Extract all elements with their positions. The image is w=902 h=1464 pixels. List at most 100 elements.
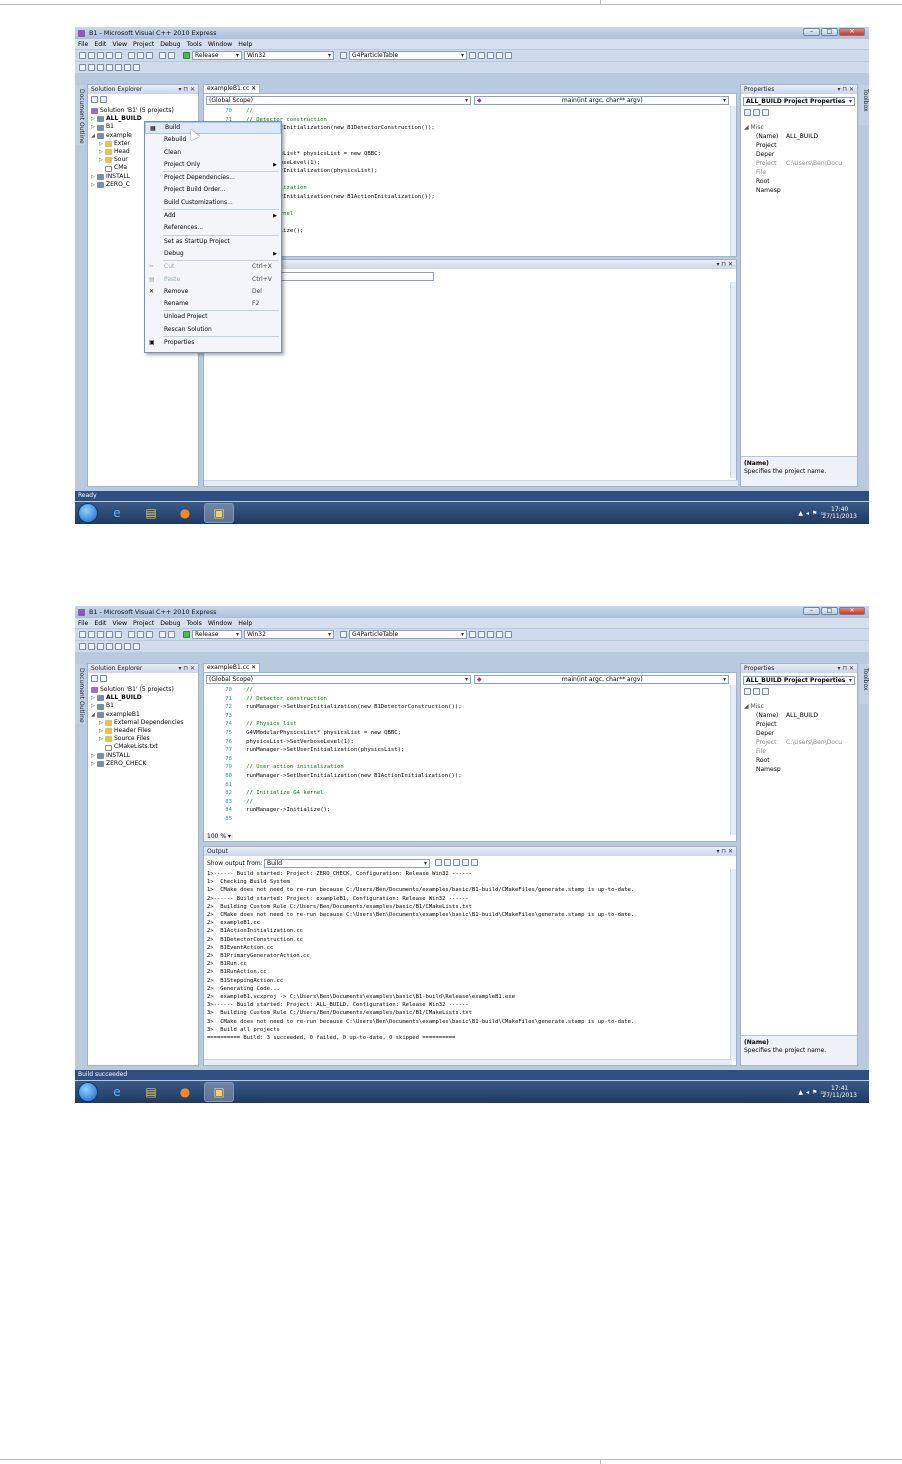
menu-item-tools[interactable]: Tools [187,41,202,48]
menu-item-project[interactable]: Project [133,41,154,48]
comment-icon[interactable] [124,643,131,650]
menu-item-file[interactable]: File [78,620,88,627]
save-icon[interactable] [106,631,113,638]
output-vscroll[interactable] [730,282,736,478]
property-pages-icon[interactable] [762,688,769,695]
clock[interactable]: 17:41 27/11/2013 [822,1085,857,1099]
toolbar-icon-5[interactable] [115,643,122,650]
toolbar-icon-2[interactable] [88,643,95,650]
properties-window-icon[interactable] [487,52,494,59]
property-row[interactable]: Project Deper [744,141,842,159]
toolbar-icon-2[interactable] [88,64,95,71]
properties-window-icon[interactable] [487,631,494,638]
media-player-icon[interactable]: ● [170,1082,200,1102]
open-icon[interactable] [97,631,104,638]
word-wrap-icon[interactable] [471,859,478,866]
find-icon[interactable] [340,52,347,59]
properties-button-icon[interactable] [91,96,98,103]
toolbar-icon-3[interactable] [97,64,104,71]
output-hscroll[interactable] [204,1059,732,1065]
context-menu-item-project-dependencies[interactable]: Project Dependencies... [145,172,281,184]
output-source-combo[interactable]: Build [264,859,430,868]
context-menu-item-build[interactable]: ▦ Build [145,122,281,135]
copy-icon[interactable] [137,631,144,638]
new-project-icon[interactable] [79,631,86,638]
context-menu-item-set-as-startup-project[interactable]: Set as StartUp Project [145,236,281,248]
undo-icon[interactable] [159,52,166,59]
editor-tab[interactable]: exampleB1.cc ✕ [203,84,261,93]
menu-item-debug[interactable]: Debug [160,620,180,627]
toolbar-icon-1[interactable] [79,643,86,650]
comment-icon[interactable] [124,64,131,71]
media-player-icon[interactable]: ● [170,503,200,523]
tree-header[interactable]: ▷ Header Files [91,727,184,735]
configuration-combo[interactable]: Release [192,630,242,639]
properties-button-icon[interactable] [91,675,98,682]
context-menu-item-rename[interactable]: Rename F2 [145,298,281,310]
maximize-button[interactable]: □ [821,28,838,36]
tree-solution[interactable]: Solution 'B1' (5 projects) [91,107,174,115]
categorized-icon[interactable] [744,688,751,695]
tree-install[interactable]: ▷ INSTALL [91,752,184,760]
toolbar-icon-3[interactable] [97,643,104,650]
menu-item-window[interactable]: Window [208,620,232,627]
code-view[interactable]: // // Detector construction runManager->… [236,686,462,824]
property-category[interactable]: ◢ Misc [744,123,842,132]
property-row[interactable]: Project File C:\Users\Ben\Docu [744,159,842,177]
alphabetical-icon[interactable] [753,688,760,695]
platform-combo[interactable]: Win32 [244,630,334,639]
toolbar-icon-4[interactable] [106,64,113,71]
copy-icon[interactable] [137,52,144,59]
toolbox-icon[interactable] [496,631,503,638]
tree-source[interactable]: ▷ Source Files [91,735,184,743]
menu-item-edit[interactable]: Edit [94,620,106,627]
toolbox-tab[interactable]: Toolbox [859,85,869,125]
redo-icon[interactable] [168,52,175,59]
clear-all-icon[interactable] [462,859,469,866]
property-row[interactable]: (Name) ALL_BUILD [744,132,842,141]
properties-object-combo[interactable]: ALL_BUILD Project Properties [743,676,855,685]
property-category[interactable]: ◢ Misc [744,702,842,711]
context-menu-item-build-customizations[interactable]: Build Customizations... [145,197,281,209]
tree-solution[interactable]: Solution 'B1' (5 projects) [91,686,184,694]
property-row[interactable]: Project File C:\Users\Ben\Docu [744,738,842,756]
minimize-button[interactable]: – [803,607,820,615]
toolbar-icon-4[interactable] [106,643,113,650]
context-menu-item-cut[interactable]: ✂ Cut Ctrl+X [145,261,281,273]
next-message-icon[interactable] [453,859,460,866]
prev-message-icon[interactable] [444,859,451,866]
save-all-icon[interactable] [115,631,122,638]
zoom-level[interactable]: 100 % ▾ [205,833,233,840]
maximize-button[interactable]: □ [821,607,838,615]
function-combo[interactable]: ◆ main(int argc, char** argv) [474,96,729,105]
minimize-button[interactable]: – [803,28,820,36]
tree-b1[interactable]: ▷ B1 [91,702,184,710]
paste-icon[interactable] [146,52,153,59]
context-menu-item-unload-project[interactable]: Unload Project [145,311,281,323]
property-row[interactable]: Root Namesp [744,177,842,195]
clock[interactable]: 17:40 27/11/2013 [822,506,857,520]
platform-combo[interactable]: Win32 [244,51,334,60]
menu-item-view[interactable]: View [112,620,127,627]
menu-item-help[interactable]: Help [238,620,252,627]
property-pages-icon[interactable] [762,109,769,116]
menu-item-edit[interactable]: Edit [94,41,106,48]
extension-icon[interactable] [505,52,512,59]
uncomment-icon[interactable] [133,64,140,71]
editor-tab[interactable]: exampleB1.cc ✕ [203,663,261,672]
find-combo[interactable]: G4ParticleTable [349,630,467,639]
add-item-icon[interactable] [88,52,95,59]
context-menu-item-properties[interactable]: ▣ Properties [145,337,281,349]
show-all-files-icon[interactable] [100,96,107,103]
toolbar-icon-1[interactable] [79,64,86,71]
explorer-icon[interactable]: ▤ [136,1082,166,1102]
toolbar-icon-5[interactable] [115,64,122,71]
new-project-icon[interactable] [79,52,86,59]
property-row[interactable]: Root Namesp [744,756,842,774]
categorized-icon[interactable] [744,109,751,116]
open-icon[interactable] [97,52,104,59]
properties-object-combo[interactable]: ALL_BUILD Project Properties [743,97,855,106]
start-button[interactable] [78,503,98,523]
context-menu-item-rescan-solution[interactable]: Rescan Solution [145,324,281,336]
menu-item-view[interactable]: View [112,41,127,48]
